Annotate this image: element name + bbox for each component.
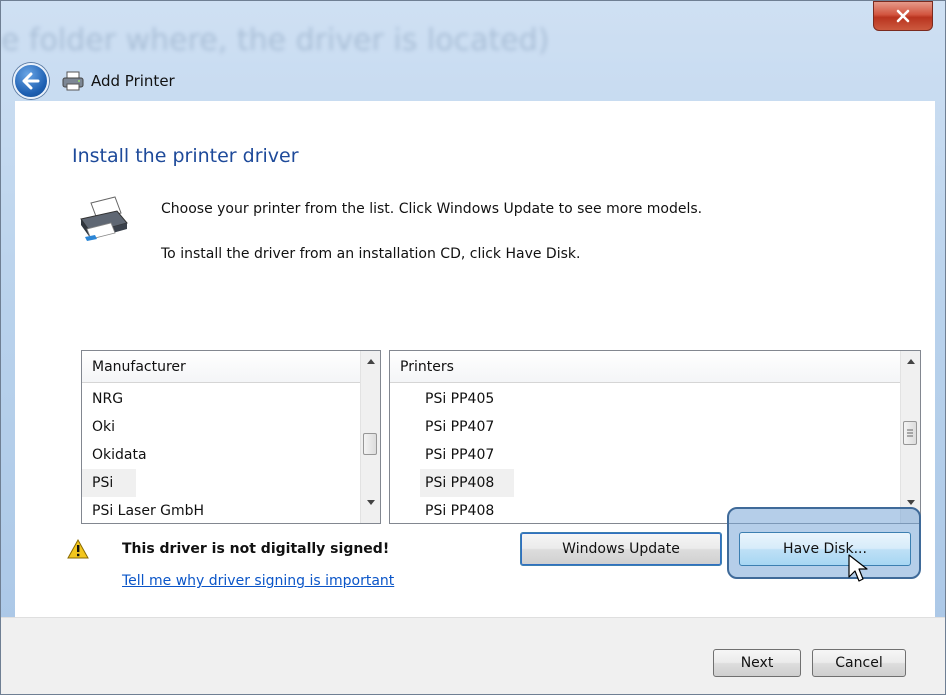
add-printer-window: e folder where, the driver is located) A…	[0, 0, 946, 695]
windows-update-button[interactable]: Windows Update	[520, 532, 722, 566]
next-button[interactable]: Next	[713, 649, 801, 677]
window-title: Add Printer	[91, 72, 175, 90]
scroll-thumb[interactable]	[903, 421, 917, 445]
chevron-down-icon	[366, 500, 375, 505]
manufacturer-items: NRG Oki Okidata PSi PSi Laser GmbH	[82, 385, 360, 523]
printers-column-header: Printers	[390, 351, 900, 383]
dialog-footer	[1, 617, 945, 694]
list-item[interactable]: NRG	[82, 385, 360, 413]
instruction-text-cd: To install the driver from an installati…	[161, 246, 581, 262]
chevron-down-icon	[906, 500, 915, 505]
list-item[interactable]: Oki	[82, 413, 360, 441]
scroll-down-arrow[interactable]	[361, 494, 380, 511]
printers-list[interactable]: Printers PSi PP405 PSi PP407 PSi PP407 P…	[389, 350, 921, 524]
back-button[interactable]	[13, 63, 49, 99]
list-item-selected[interactable]: PSi	[82, 469, 136, 497]
cancel-button[interactable]: Cancel	[812, 649, 906, 677]
printers-scrollbar[interactable]	[900, 351, 920, 523]
grip-icon	[907, 429, 913, 437]
list-item-selected[interactable]: PSi PP408	[420, 469, 514, 497]
driver-signing-link[interactable]: Tell me why driver signing is important	[122, 573, 394, 589]
warning-icon	[67, 539, 89, 559]
list-item[interactable]: PSi PP407	[390, 441, 900, 469]
list-item[interactable]: PSi PP405	[390, 385, 900, 413]
warning-text: This driver is not digitally signed!	[122, 541, 390, 557]
manufacturer-scrollbar[interactable]	[360, 351, 380, 523]
have-disk-button[interactable]: Have Disk...	[739, 532, 911, 566]
mouse-cursor-icon	[848, 554, 868, 582]
scroll-up-arrow[interactable]	[901, 353, 920, 370]
scroll-up-arrow[interactable]	[361, 353, 380, 370]
page-title: Install the printer driver	[72, 145, 299, 167]
list-item[interactable]: PSi PP407	[390, 413, 900, 441]
printer-icon	[62, 71, 84, 91]
chevron-up-icon	[906, 359, 915, 364]
manufacturer-list[interactable]: Manufacturer NRG Oki Okidata PSi PSi Las…	[81, 350, 381, 524]
printer-icon	[80, 196, 128, 241]
instruction-text: Choose your printer from the list. Click…	[161, 201, 703, 217]
back-arrow-icon	[22, 72, 40, 90]
scroll-thumb[interactable]	[363, 433, 377, 455]
dialog-content: Install the printer driver Choose your p…	[15, 101, 935, 617]
list-item[interactable]: Okidata	[82, 441, 360, 469]
close-icon	[896, 9, 910, 23]
list-item[interactable]: PSi Laser GmbH	[82, 497, 360, 523]
window-header: Add Printer	[13, 61, 913, 101]
printer-items: PSi PP405 PSi PP407 PSi PP407 PSi PP408 …	[390, 385, 900, 523]
close-button[interactable]	[873, 1, 933, 31]
manufacturer-column-header: Manufacturer	[82, 351, 360, 383]
background-window-title: e folder where, the driver is located)	[1, 23, 550, 58]
chevron-up-icon	[366, 359, 375, 364]
